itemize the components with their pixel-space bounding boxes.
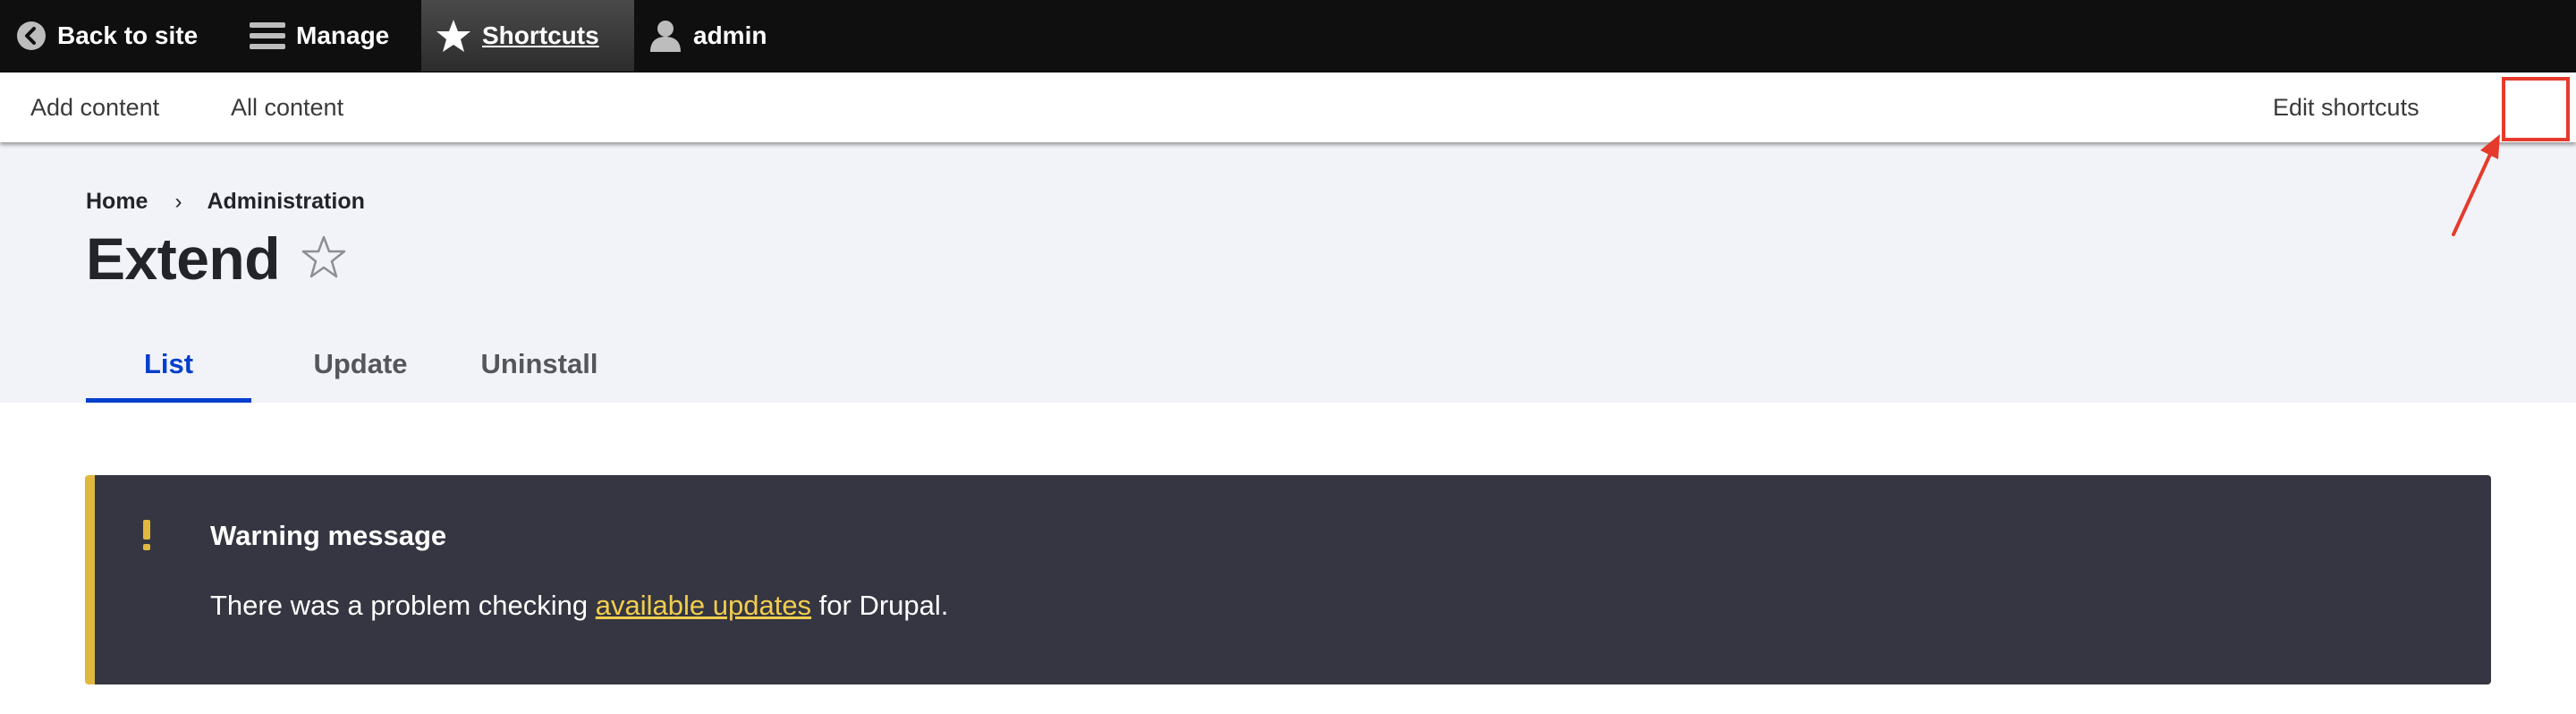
primary-tabs: List Update Uninstall [86, 328, 609, 403]
hamburger-icon [250, 21, 285, 51]
chevron-left-circle-icon [16, 21, 47, 51]
user-menu-button[interactable]: admin [634, 0, 813, 72]
warning-message: Warning message There was a problem chec… [85, 475, 2491, 684]
all-content-link[interactable]: All content [231, 72, 343, 142]
manage-label: Manage [296, 21, 390, 49]
warning-text-before: There was a problem checking [210, 590, 596, 621]
title-row: Extend [86, 225, 346, 293]
tab-uninstall[interactable]: Uninstall [470, 328, 609, 403]
back-to-site-link[interactable]: Back to site [0, 0, 237, 72]
admin-toolbar: Back to site Manage Shortcuts admin [0, 0, 2576, 72]
breadcrumb-separator: › [174, 189, 182, 214]
add-content-link[interactable]: Add content [30, 72, 159, 142]
warning-text-after: for Drupal. [811, 590, 949, 621]
star-icon [436, 19, 471, 53]
back-to-site-label: Back to site [57, 21, 199, 49]
available-updates-link[interactable]: available updates [596, 590, 811, 621]
tab-update[interactable]: Update [251, 328, 470, 403]
exclamation-icon [143, 520, 150, 555]
breadcrumb-home[interactable]: Home [86, 189, 148, 215]
shortcuts-label: Shortcuts [482, 21, 599, 49]
breadcrumb-administration[interactable]: Administration [207, 189, 364, 215]
user-label: admin [693, 21, 767, 49]
page-title: Extend [86, 225, 281, 292]
breadcrumb: Home › Administration [86, 189, 365, 215]
page-header: Home › Administration Extend List Update… [0, 142, 2576, 403]
warning-text: There was a problem checking available u… [210, 590, 948, 622]
shortcuts-tray: Add content All content Edit shortcuts [0, 72, 2576, 142]
star-outline-icon[interactable] [301, 235, 346, 283]
warning-title: Warning message [210, 520, 447, 551]
shortcuts-tab[interactable]: Shortcuts [421, 0, 634, 72]
manage-menu-button[interactable]: Manage [237, 0, 421, 72]
annotation-arrow [2452, 134, 2500, 236]
edit-shortcuts-link[interactable]: Edit shortcuts [2273, 72, 2419, 142]
tab-list[interactable]: List [86, 328, 251, 403]
annotation-highlight-box [2502, 77, 2570, 141]
person-icon [648, 19, 682, 53]
